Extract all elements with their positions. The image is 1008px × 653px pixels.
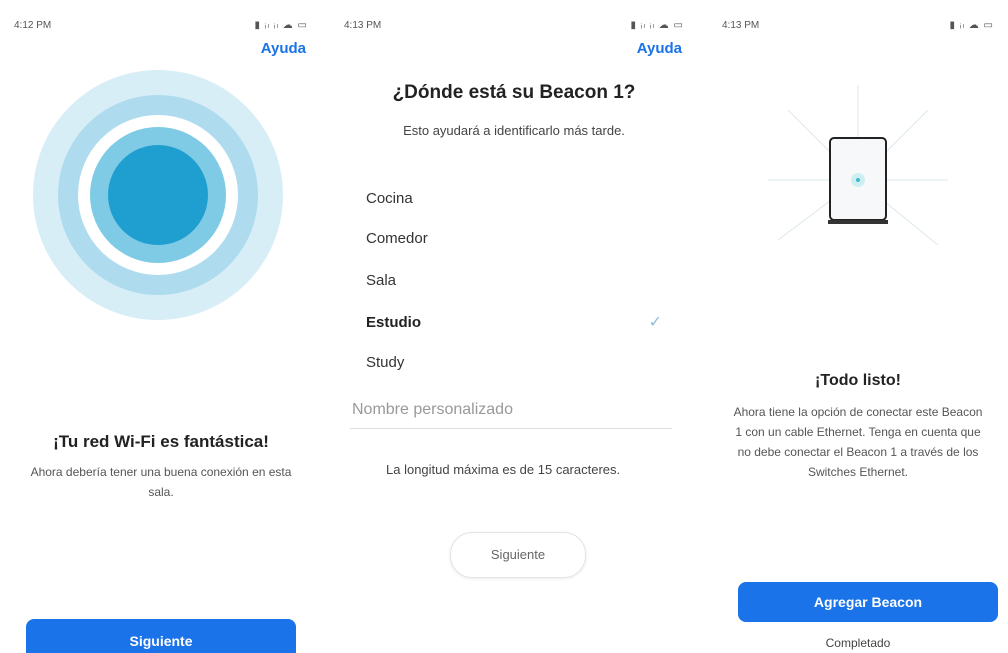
location-label: Sala (366, 272, 397, 289)
next-button[interactable]: Siguiente (26, 619, 296, 653)
status-bar: 4:13 PM ▮ ᵢₗ ᵢₗ ☁ ▭ (330, 14, 698, 34)
location-label: Cocina (366, 190, 413, 207)
status-bar: 4:12 PM ▮ ᵢₗ ᵢₗ ☁ ▭ (0, 14, 322, 34)
page-subtitle: Esto ayudará a identificarlo más tarde. (403, 123, 625, 138)
status-icons: ▮ ᵢₗ ᵢₗ ☁ ▭ (630, 20, 684, 31)
screen-wifi-result: 4:12 PM ▮ ᵢₗ ᵢₗ ☁ ▭ Ayuda ¡Tu red Wi-Fi … (0, 0, 322, 653)
description-text: Ahora tiene la opción de conectar este B… (733, 405, 983, 479)
add-beacon-button[interactable]: Agregar Beacon (738, 582, 998, 622)
checkmark-icon: ✓ (648, 314, 662, 331)
location-option-study[interactable]: Study (366, 348, 666, 378)
location-label: Estudio (366, 314, 421, 331)
custom-name-input[interactable] (350, 392, 672, 429)
location-label: Comedor (366, 230, 428, 247)
next-button[interactable]: Siguiente (450, 532, 586, 578)
status-icons: ▮ ᵢₗ ᵢₗ ☁ ▭ (254, 20, 308, 31)
status-time: 4:13 PM (722, 20, 760, 31)
description-text: Ahora debería tener una buena conexión e… (30, 465, 292, 499)
location-option-cocina[interactable]: Cocina (366, 184, 666, 214)
page-title: ¿Dónde está su Beacon 1? (392, 82, 636, 103)
help-link[interactable]: Ayuda (261, 40, 306, 57)
beacon-device-icon (768, 85, 948, 246)
page-title: ¡Todo listo! (815, 372, 901, 389)
status-bar: 4:13 PM ▮ ᵢₗ ☁ ▭ (708, 14, 1008, 34)
location-option-estudio[interactable]: Estudio ✓ (366, 308, 666, 338)
max-length-note: La longitud máxima es de 15 caracteres. (386, 462, 621, 477)
location-option-comedor[interactable]: Comedor (366, 224, 666, 254)
status-time: 4:13 PM (344, 20, 382, 31)
signal-strength-icon (33, 70, 283, 320)
page-title: ¡Tu red Wi-Fi es fantástica! (53, 432, 269, 451)
done-button[interactable]: Completado (708, 636, 1008, 650)
screen-all-set: 4:13 PM ▮ ᵢₗ ☁ ▭ ¡Todo listo! Ahora tien… (708, 0, 1008, 653)
status-icons: ▮ ᵢₗ ☁ ▭ (949, 20, 994, 31)
status-time: 4:12 PM (14, 20, 52, 31)
location-option-sala[interactable]: Sala (366, 266, 666, 296)
help-link[interactable]: Ayuda (637, 40, 682, 57)
screen-beacon-location: 4:13 PM ▮ ᵢₗ ᵢₗ ☁ ▭ Ayuda ¿Dónde está su… (330, 0, 698, 653)
location-label: Study (366, 354, 405, 371)
